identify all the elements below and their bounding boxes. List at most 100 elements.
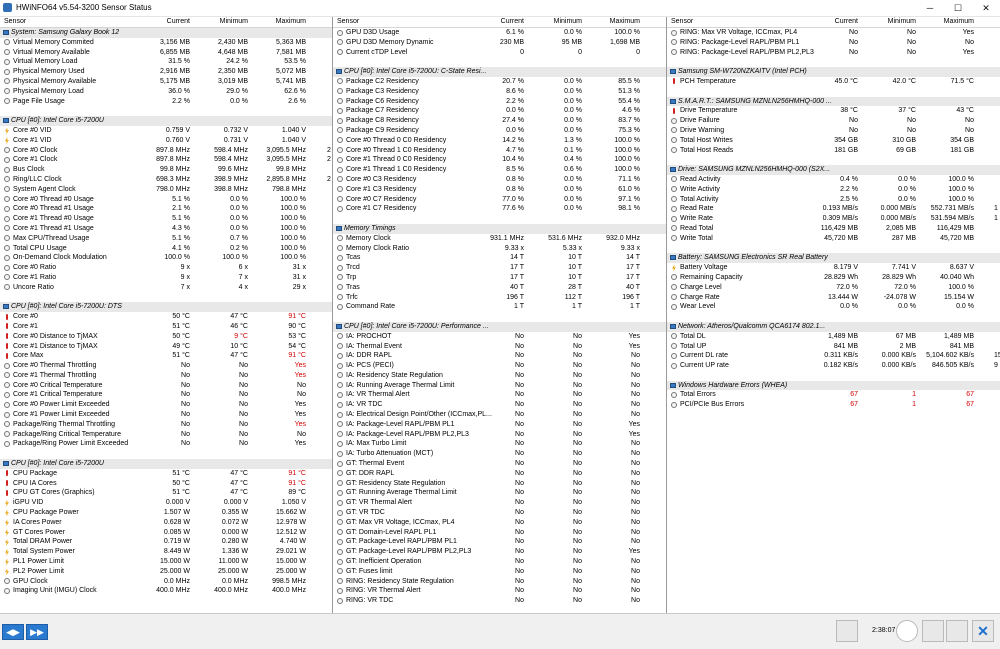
- sensor-group-header[interactable]: CPU [#0]: Intel Core i5-7200U: DTS: [0, 302, 332, 313]
- sensor-row[interactable]: Charge Level 72.0 % 72.0 % 100.0 %: [667, 283, 1000, 293]
- sensor-row[interactable]: GT: Thermal Event No No No: [333, 459, 666, 469]
- sensor-row[interactable]: IA: Turbo Attenuation (MCT) No No No: [333, 449, 666, 459]
- close-app-icon[interactable]: ✕: [972, 620, 994, 642]
- sensor-row[interactable]: Physical Memory Used 2,916 MB 2,350 MB 5,07…: [0, 67, 332, 77]
- sensor-row[interactable]: Bus Clock 99.8 MHz 99.6 MHz 99.8 MHz: [0, 165, 332, 175]
- sensor-row[interactable]: RING: Package-Level RAPL/PBM PL1 No No No: [667, 38, 1000, 48]
- sensor-row[interactable]: Package C6 Residency 2.2 % 0.0 % 55.4 %: [333, 97, 666, 107]
- sensor-row[interactable]: IA: Thermal Event No No Yes: [333, 342, 666, 352]
- close-button[interactable]: ✕: [972, 0, 1000, 16]
- sensor-row[interactable]: Read Activity 0.4 % 0.0 % 100.0 %: [667, 175, 1000, 185]
- nav-right-icon[interactable]: ▶▶: [26, 624, 48, 640]
- clock-icon[interactable]: [896, 620, 918, 642]
- sensor-row[interactable]: Core #1 Critical Temperature No No No: [0, 390, 332, 400]
- sensor-row[interactable]: Memory Clock 931.1 MHz 531.6 MHz 932.0 MHz: [333, 234, 666, 244]
- sensor-row[interactable]: IA: Package-Level RAPL/PBM PL2,PL3 No No Ye…: [333, 430, 666, 440]
- sensor-row[interactable]: Write Rate 0.309 MB/s 0.000 MB/s 531.594 MB…: [667, 214, 1000, 224]
- sensor-row[interactable]: Package C3 Residency 8.6 % 0.0 % 51.3 %: [333, 87, 666, 97]
- sensor-group-header[interactable]: CPU [#0]: Intel Core i5-7200U: Performan…: [333, 321, 666, 332]
- network-icon[interactable]: [836, 620, 858, 642]
- sensor-row[interactable]: Total Host Reads 181 GB 69 GB 181 GB: [667, 146, 1000, 156]
- sensor-row[interactable]: Virtual Memory Load 31.5 % 24.2 % 53.5 %: [0, 57, 332, 67]
- sensor-row[interactable]: Core Max 51 °C 47 °C 91 °C: [0, 351, 332, 361]
- sensor-row[interactable]: Write Total 45,720 MB 287 MB 45,720 MB: [667, 234, 1000, 244]
- report-icon[interactable]: [922, 620, 944, 642]
- sensor-row[interactable]: Core #1 Thread 1 C0 Residency 8.5 % 0.6 % 1…: [333, 165, 666, 175]
- sensor-row[interactable]: Current cTDP Level 0 0 0: [333, 48, 666, 58]
- sensor-row[interactable]: Virtual Memory Available 6,855 MB 4,648 MB…: [0, 48, 332, 58]
- sensor-row[interactable]: Drive Warning No No No: [667, 126, 1000, 136]
- sensor-row[interactable]: Physical Memory Available 5,175 MB 3,019 M…: [0, 77, 332, 87]
- sensor-column-3[interactable]: Sensor Current Minimum Maximum RING: Max VR …: [667, 17, 1000, 613]
- sensor-row[interactable]: Total DL 1,489 MB 67 MB 1,489 MB: [667, 332, 1000, 342]
- sensor-row[interactable]: RING: Package-Level RAPL/PBM PL2,PL3 No No…: [667, 48, 1000, 58]
- sensor-group-header[interactable]: S.M.A.R.T.: SAMSUNG MZNLN256HMHQ-000 ...: [667, 96, 1000, 107]
- maximize-button[interactable]: ☐: [944, 0, 972, 16]
- sensor-row[interactable]: PL2 Power Limit 25.000 W 25.000 W 25.000 W: [0, 567, 332, 577]
- sensor-row[interactable]: Read Total 116,429 MB 2,085 MB 116,429 MB: [667, 224, 1000, 234]
- sensor-row[interactable]: Total DRAM Power 0.719 W 0.280 W 4.740 W: [0, 537, 332, 547]
- sensor-row[interactable]: Page File Usage 2.2 % 0.0 % 2.6 %: [0, 97, 332, 107]
- sensor-row[interactable]: IA: VR TDC No No No: [333, 400, 666, 410]
- sensor-row[interactable]: Package C8 Residency 27.4 % 0.0 % 83.7 %: [333, 116, 666, 126]
- sensor-row[interactable]: Core #0 Thread 1 C0 Residency 4.7 % 0.1 % 1…: [333, 146, 666, 156]
- sensor-row[interactable]: Package/Ring Power Limit Exceeded No No Yes: [0, 439, 332, 449]
- sensor-row[interactable]: Write Activity 2.2 % 0.0 % 100.0 %: [667, 185, 1000, 195]
- sensor-row[interactable]: IA: Package-Level RAPL/PBM PL1 No No Yes: [333, 420, 666, 430]
- sensor-row[interactable]: RING: VR Thermal Alert No No No: [333, 586, 666, 596]
- sensor-row[interactable]: GPU D3D Memory Dynamic 230 MB 95 MB 1,698 M…: [333, 38, 666, 48]
- sensor-row[interactable]: System Agent Clock 798.0 MHz 398.8 MHz 798.…: [0, 185, 332, 195]
- sensor-column-2[interactable]: Sensor Current Minimum Maximum GPU D3D Usage…: [333, 17, 667, 613]
- sensor-row[interactable]: PL1 Power Limit 15.000 W 11.000 W 15.000 W: [0, 557, 332, 567]
- sensor-row[interactable]: Core #1 Clock 897.8 MHz 598.4 MHz 3,095.5 M…: [0, 155, 332, 165]
- sensor-row[interactable]: GT: Fuses limit No No No: [333, 567, 666, 577]
- sensor-row[interactable]: GT: Running Average Thermal Limit No No No: [333, 488, 666, 498]
- sensor-row[interactable]: CPU GT Cores (Graphics) 51 °C 47 °C 89 °C: [0, 488, 332, 498]
- sensor-row[interactable]: GT: Inefficient Operation No No No: [333, 557, 666, 567]
- sensor-row[interactable]: GT: VR Thermal Alert No No No: [333, 498, 666, 508]
- sensor-row[interactable]: GT: Residency State Regulation No No No: [333, 479, 666, 489]
- sensor-row[interactable]: Core #0 C7 Residency 77.0 % 0.0 % 97.1 %: [333, 195, 666, 205]
- sensor-row[interactable]: IA: Running Average Thermal Limit No No No: [333, 381, 666, 391]
- sensor-row[interactable]: Core #1 Distance to TjMAX 49 °C 10 °C 54 °C: [0, 342, 332, 352]
- sensor-row[interactable]: IA: Residency State Regulation No No No: [333, 371, 666, 381]
- sensor-row[interactable]: Uncore Ratio 7 x 4 x 29 x: [0, 283, 332, 293]
- sensor-row[interactable]: Core #0 Critical Temperature No No No: [0, 381, 332, 391]
- sensor-row[interactable]: IA: Electrical Design Point/Other (ICCma…: [333, 410, 666, 420]
- sensor-row[interactable]: Memory Clock Ratio 9.33 x 5.33 x 9.33 x: [333, 244, 666, 254]
- sensor-row[interactable]: Core #1 Power Limit Exceeded No No Yes: [0, 410, 332, 420]
- sensor-row[interactable]: Core #0 VID 0.759 V 0.732 V 1.040 V: [0, 126, 332, 136]
- sensor-row[interactable]: GT Cores Power 0.085 W 0.000 W 12.512 W: [0, 528, 332, 538]
- sensor-row[interactable]: Current DL rate 0.311 KB/s 0.000 KB/s 5,104…: [667, 351, 1000, 361]
- sensor-row[interactable]: Imaging Unit (IMGU) Clock 400.0 MHz 400.0 …: [0, 586, 332, 596]
- sensor-row[interactable]: CPU Package 51 °C 47 °C 91 °C: [0, 469, 332, 479]
- sensor-row[interactable]: CPU Package Power 1.507 W 0.355 W 15.662 W: [0, 508, 332, 518]
- sensor-row[interactable]: Command Rate 1 T 1 T 1 T: [333, 302, 666, 312]
- sensor-group-header[interactable]: CPU [#0]: Intel Core i5-7200U: [0, 116, 332, 126]
- sensor-row[interactable]: Battery Voltage 8.179 V 7.741 V 8.637 V: [667, 263, 1000, 273]
- sensor-row[interactable]: Tcas 14 T 10 T 14 T: [333, 253, 666, 263]
- sensor-row[interactable]: CPU IA Cores 50 °C 47 °C 91 °C: [0, 479, 332, 489]
- sensor-row[interactable]: Core #0 50 °C 47 °C 91 °C: [0, 312, 332, 322]
- sensor-row[interactable]: Core #0 Distance to TjMAX 50 °C 9 °C 53 °C: [0, 332, 332, 342]
- sensor-row[interactable]: Drive Temperature 38 °C 37 °C 43 °C: [667, 106, 1000, 116]
- sensor-row[interactable]: Core #1 C7 Residency 77.6 % 0.0 % 98.1 %: [333, 204, 666, 214]
- sensor-row[interactable]: IA: VR Thermal Alert No No No: [333, 390, 666, 400]
- sensor-group-header[interactable]: System: Samsung Galaxy Book 12: [0, 28, 332, 38]
- sensor-column-1[interactable]: Sensor Current Minimum Maximum System: Samsu…: [0, 17, 333, 613]
- sensor-row[interactable]: IA: PCS (PECI) No No No: [333, 361, 666, 371]
- sensor-row[interactable]: iGPU VID 0.000 V 0.000 V 1.050 V: [0, 498, 332, 508]
- sensor-group-header[interactable]: Memory Timings: [333, 223, 666, 234]
- sensor-row[interactable]: IA Cores Power 0.628 W 0.072 W 12.978 W: [0, 518, 332, 528]
- sensor-row[interactable]: Core #1 Thread 0 C0 Residency 10.4 % 0.4 %…: [333, 155, 666, 165]
- sensor-row[interactable]: Trp 17 T 10 T 17 T: [333, 273, 666, 283]
- sensor-row[interactable]: RING: Residency State Regulation No No No: [333, 577, 666, 587]
- sensor-row[interactable]: GT: VR TDC No No No: [333, 508, 666, 518]
- sensor-row[interactable]: IA: Max Turbo Limit No No No: [333, 439, 666, 449]
- sensor-row[interactable]: Physical Memory Load 36.0 % 29.0 % 62.6 %: [0, 87, 332, 97]
- nav-left-icon[interactable]: ◀▶: [2, 624, 24, 640]
- sensor-row[interactable]: Core #1 Ratio 9 x 7 x 31 x: [0, 273, 332, 283]
- sensor-row[interactable]: Core #1 Thermal Throttling No No Yes: [0, 371, 332, 381]
- sensor-row[interactable]: Total UP 841 MB 2 MB 841 MB: [667, 342, 1000, 352]
- sensor-row[interactable]: Core #0 C3 Residency 0.8 % 0.0 % 71.1 %: [333, 175, 666, 185]
